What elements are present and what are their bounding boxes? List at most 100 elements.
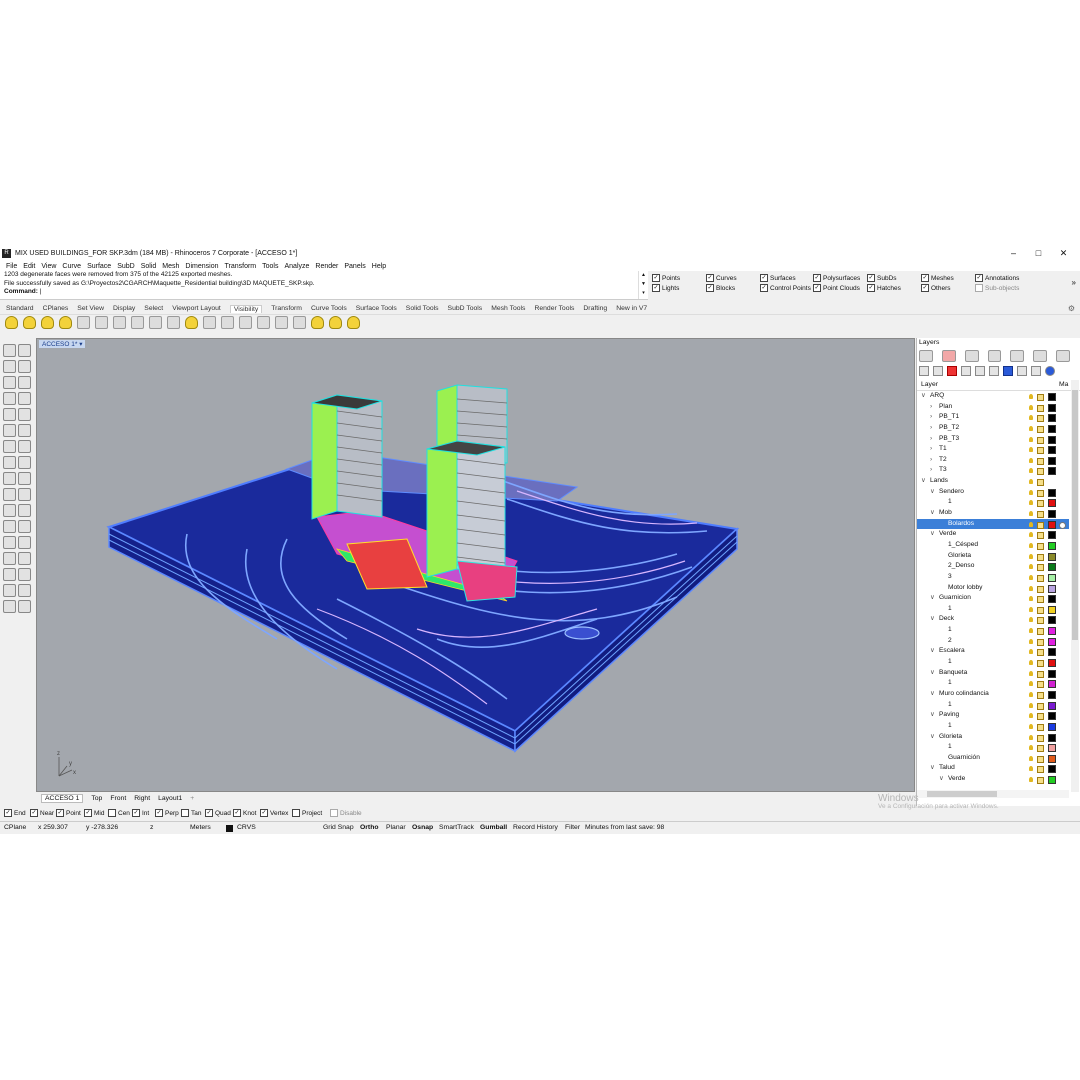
layer-color-swatch[interactable] (1048, 424, 1056, 433)
show-in-detail-icon[interactable] (239, 315, 252, 329)
layer-row[interactable]: 1 (917, 721, 1069, 732)
viewport-tab-layout1[interactable]: Layout1 (158, 795, 182, 802)
circle-icon[interactable] (3, 376, 16, 389)
tab-display[interactable]: Display (113, 305, 135, 312)
menu-render[interactable]: Render (315, 263, 338, 270)
layer-color-swatch[interactable] (1048, 744, 1056, 753)
osnap-knot[interactable]: ✓ Knot (233, 809, 256, 817)
layer-name[interactable]: T2 (939, 455, 947, 466)
viewport-title[interactable]: ACCESO 1* ▾ (39, 340, 86, 348)
layer-color-swatch[interactable] (1048, 637, 1056, 646)
maximize-button[interactable]: □ (1026, 246, 1051, 261)
collapse-chevron-icon[interactable]: ∨ (930, 668, 935, 679)
layer-color-swatch[interactable] (1048, 456, 1056, 465)
grid-icon[interactable] (3, 568, 16, 581)
layer-color-swatch[interactable] (1048, 605, 1056, 614)
bulb-hide-icon[interactable] (329, 315, 342, 329)
layer-name[interactable]: Plan (939, 402, 952, 413)
layer-color-swatch[interactable] (1048, 765, 1056, 774)
layer-color-swatch[interactable] (1048, 669, 1056, 678)
layer-name[interactable]: Motor lobby (948, 583, 982, 594)
expand-chevron-icon[interactable]: › (930, 455, 932, 466)
layer-icon[interactable] (3, 552, 16, 565)
layer-lock-icon[interactable] (1037, 755, 1044, 763)
layer-lock-icon[interactable] (1037, 670, 1044, 678)
layer-lock-icon[interactable] (1037, 766, 1044, 774)
layer-visibility-bulb-icon[interactable] (1029, 415, 1033, 421)
named-views-tab-icon[interactable] (1056, 350, 1071, 362)
filter-curves[interactable]: ✓ Curves (706, 274, 737, 282)
layer-row[interactable]: › PB_T2 (917, 423, 1069, 434)
layer-name[interactable]: Banqueta (939, 668, 967, 679)
layer-row[interactable]: 1 (917, 497, 1069, 508)
layer-lock-icon[interactable] (1037, 436, 1044, 444)
fillet-curve-icon[interactable] (18, 408, 31, 421)
layer-lock-icon[interactable] (1037, 394, 1044, 401)
layer-lock-icon[interactable] (1037, 447, 1044, 455)
collapse-chevron-icon[interactable]: ∨ (930, 614, 935, 625)
layer-name[interactable]: Guarnición (948, 753, 980, 764)
layer-lock-icon[interactable] (1037, 596, 1044, 604)
layer-visibility-bulb-icon[interactable] (1029, 702, 1033, 708)
layers-tab-icon[interactable] (941, 350, 956, 362)
properties-icon[interactable] (3, 600, 16, 613)
layer-color-swatch[interactable] (1048, 446, 1056, 455)
display-tab-icon[interactable] (964, 350, 979, 362)
layer-visibility-bulb-icon[interactable] (1029, 553, 1033, 559)
filter-sub-objects[interactable]: Sub-objects (975, 284, 1019, 292)
layer-visibility-bulb-icon[interactable] (1029, 649, 1033, 655)
status-filter[interactable]: Filter (565, 824, 580, 831)
material-column-header[interactable]: Ma (1059, 381, 1068, 388)
layer-color-swatch[interactable] (1048, 520, 1056, 529)
layer-row[interactable]: 2 (917, 636, 1069, 647)
tab-viewport-layout[interactable]: Viewport Layout (172, 305, 221, 312)
layer-visibility-bulb-icon[interactable] (1029, 670, 1033, 676)
layer-row[interactable]: ∨ ARQ (917, 391, 1069, 402)
tab-cplanes[interactable]: CPlanes (43, 305, 69, 312)
layer-name[interactable]: 2 (948, 636, 952, 647)
filter-hatches[interactable]: ✓ Hatches (867, 284, 901, 292)
array-icon[interactable] (3, 536, 16, 549)
lock-swap-icon[interactable] (221, 315, 234, 329)
tab-surface-tools[interactable]: Surface Tools (356, 305, 397, 312)
layer-material-icon[interactable] (1059, 521, 1066, 529)
filter-subds[interactable]: ✓ SubDs (867, 274, 897, 282)
layer-row[interactable]: 2_Denso (917, 561, 1069, 572)
layer-visibility-bulb-icon[interactable] (1029, 489, 1033, 495)
layer-visibility-bulb-icon[interactable] (1029, 564, 1033, 570)
layer-lock-icon[interactable] (1037, 713, 1044, 721)
dimension-icon[interactable] (18, 520, 31, 533)
layer-lock-icon[interactable] (1037, 617, 1044, 625)
layer-row[interactable]: 1 (917, 657, 1069, 668)
layer-lock-icon[interactable] (1037, 638, 1044, 646)
layer-name[interactable]: Sendero (939, 487, 964, 498)
layer-lock-icon[interactable] (1037, 702, 1044, 710)
layer-list-scrollbar[interactable] (1071, 380, 1079, 792)
layer-lock-icon[interactable] (1037, 415, 1044, 423)
layer-name[interactable]: 1 (948, 604, 952, 615)
layer-visibility-bulb-icon[interactable] (1029, 766, 1033, 772)
filter-lights[interactable]: ✓ Lights (652, 284, 679, 292)
viewport-tab-front[interactable]: Front (110, 795, 126, 802)
status-grid-snap[interactable]: Grid Snap (323, 824, 354, 831)
layer-row[interactable]: 3 (917, 572, 1069, 583)
layer-visibility-bulb-icon[interactable] (1029, 638, 1033, 644)
layer-name[interactable]: 1 (948, 742, 952, 753)
layer-name[interactable]: PB_T3 (939, 434, 959, 445)
menu-subd[interactable]: SubD (117, 263, 135, 270)
status-units[interactable]: Meters (190, 824, 211, 831)
layer-visibility-bulb-icon[interactable] (1029, 606, 1033, 612)
menu-mesh[interactable]: Mesh (162, 263, 179, 270)
layer-row[interactable]: 1 (917, 700, 1069, 711)
tab-solid-tools[interactable]: Solid Tools (406, 305, 439, 312)
layer-visibility-bulb-icon[interactable] (1029, 511, 1033, 517)
collapse-chevron-icon[interactable]: ∨ (939, 774, 944, 785)
cage-edit-icon[interactable] (3, 584, 16, 597)
layer-color-swatch[interactable] (1048, 584, 1056, 593)
tab-render-tools[interactable]: Render Tools (534, 305, 574, 312)
scrollbar-thumb[interactable] (1072, 390, 1078, 640)
layer-name[interactable]: PB_T1 (939, 412, 959, 423)
layer-lock-icon[interactable] (1037, 723, 1044, 731)
layer-name[interactable]: 3 (948, 572, 952, 583)
layer-row[interactable]: ∨ Glorieta (917, 732, 1069, 743)
